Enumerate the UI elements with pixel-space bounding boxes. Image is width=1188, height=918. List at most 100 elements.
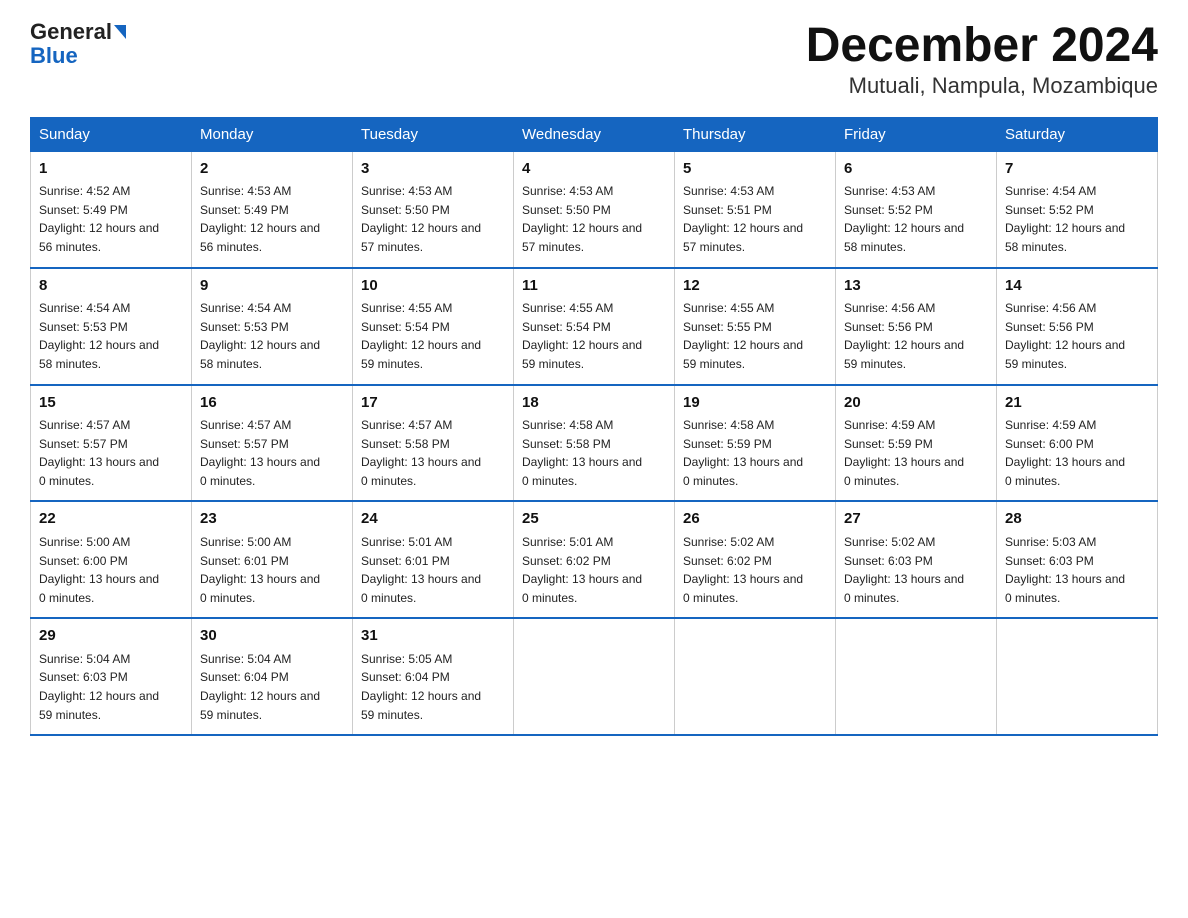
- calendar-cell: 24 Sunrise: 5:01 AM Sunset: 6:01 PM Dayl…: [353, 501, 514, 618]
- day-number: 21: [1005, 392, 1149, 415]
- calendar-cell: 13 Sunrise: 4:56 AM Sunset: 5:56 PM Dayl…: [836, 268, 997, 385]
- col-header-friday: Friday: [836, 117, 997, 151]
- page-header: General Blue December 2024 Mutuali, Namp…: [30, 20, 1158, 99]
- day-info: Sunrise: 4:54 AM Sunset: 5:52 PM Dayligh…: [1005, 182, 1149, 256]
- day-info: Sunrise: 5:05 AM Sunset: 6:04 PM Dayligh…: [361, 650, 505, 724]
- day-info: Sunrise: 4:59 AM Sunset: 5:59 PM Dayligh…: [844, 416, 988, 490]
- calendar-cell: 7 Sunrise: 4:54 AM Sunset: 5:52 PM Dayli…: [997, 151, 1158, 267]
- day-info: Sunrise: 4:59 AM Sunset: 6:00 PM Dayligh…: [1005, 416, 1149, 490]
- col-header-monday: Monday: [192, 117, 353, 151]
- calendar-header-row: SundayMondayTuesdayWednesdayThursdayFrid…: [31, 117, 1158, 151]
- calendar-subtitle: Mutuali, Nampula, Mozambique: [806, 73, 1158, 99]
- calendar-cell: 27 Sunrise: 5:02 AM Sunset: 6:03 PM Dayl…: [836, 501, 997, 618]
- calendar-cell: 19 Sunrise: 4:58 AM Sunset: 5:59 PM Dayl…: [675, 385, 836, 502]
- day-info: Sunrise: 5:02 AM Sunset: 6:03 PM Dayligh…: [844, 533, 988, 607]
- calendar-cell: 31 Sunrise: 5:05 AM Sunset: 6:04 PM Dayl…: [353, 618, 514, 735]
- calendar-cell: 9 Sunrise: 4:54 AM Sunset: 5:53 PM Dayli…: [192, 268, 353, 385]
- day-number: 19: [683, 392, 827, 415]
- day-number: 25: [522, 508, 666, 531]
- week-row-4: 22 Sunrise: 5:00 AM Sunset: 6:00 PM Dayl…: [31, 501, 1158, 618]
- calendar-cell: 17 Sunrise: 4:57 AM Sunset: 5:58 PM Dayl…: [353, 385, 514, 502]
- day-info: Sunrise: 5:02 AM Sunset: 6:02 PM Dayligh…: [683, 533, 827, 607]
- day-number: 16: [200, 392, 344, 415]
- calendar-title: December 2024: [806, 20, 1158, 73]
- day-number: 5: [683, 158, 827, 181]
- day-number: 29: [39, 625, 183, 648]
- calendar-cell: [514, 618, 675, 735]
- day-number: 10: [361, 275, 505, 298]
- calendar-cell: 26 Sunrise: 5:02 AM Sunset: 6:02 PM Dayl…: [675, 501, 836, 618]
- day-info: Sunrise: 4:58 AM Sunset: 5:58 PM Dayligh…: [522, 416, 666, 490]
- day-number: 27: [844, 508, 988, 531]
- logo-general: General: [30, 20, 112, 44]
- day-number: 15: [39, 392, 183, 415]
- day-info: Sunrise: 4:56 AM Sunset: 5:56 PM Dayligh…: [1005, 299, 1149, 373]
- day-info: Sunrise: 4:53 AM Sunset: 5:50 PM Dayligh…: [522, 182, 666, 256]
- day-number: 8: [39, 275, 183, 298]
- day-number: 13: [844, 275, 988, 298]
- day-info: Sunrise: 5:03 AM Sunset: 6:03 PM Dayligh…: [1005, 533, 1149, 607]
- calendar-cell: 3 Sunrise: 4:53 AM Sunset: 5:50 PM Dayli…: [353, 151, 514, 267]
- calendar-cell: 16 Sunrise: 4:57 AM Sunset: 5:57 PM Dayl…: [192, 385, 353, 502]
- calendar-cell: [836, 618, 997, 735]
- day-number: 28: [1005, 508, 1149, 531]
- col-header-thursday: Thursday: [675, 117, 836, 151]
- logo-arrow-icon: [114, 25, 126, 39]
- day-info: Sunrise: 4:55 AM Sunset: 5:54 PM Dayligh…: [361, 299, 505, 373]
- day-number: 2: [200, 158, 344, 181]
- day-info: Sunrise: 5:01 AM Sunset: 6:02 PM Dayligh…: [522, 533, 666, 607]
- day-number: 23: [200, 508, 344, 531]
- calendar-cell: 1 Sunrise: 4:52 AM Sunset: 5:49 PM Dayli…: [31, 151, 192, 267]
- day-number: 12: [683, 275, 827, 298]
- day-number: 6: [844, 158, 988, 181]
- calendar-cell: [675, 618, 836, 735]
- calendar-cell: 14 Sunrise: 4:56 AM Sunset: 5:56 PM Dayl…: [997, 268, 1158, 385]
- calendar-cell: 25 Sunrise: 5:01 AM Sunset: 6:02 PM Dayl…: [514, 501, 675, 618]
- calendar-cell: 21 Sunrise: 4:59 AM Sunset: 6:00 PM Dayl…: [997, 385, 1158, 502]
- day-info: Sunrise: 4:54 AM Sunset: 5:53 PM Dayligh…: [39, 299, 183, 373]
- day-info: Sunrise: 4:57 AM Sunset: 5:58 PM Dayligh…: [361, 416, 505, 490]
- week-row-1: 1 Sunrise: 4:52 AM Sunset: 5:49 PM Dayli…: [31, 151, 1158, 267]
- day-number: 9: [200, 275, 344, 298]
- day-info: Sunrise: 4:53 AM Sunset: 5:52 PM Dayligh…: [844, 182, 988, 256]
- logo: General Blue: [30, 20, 126, 68]
- day-info: Sunrise: 5:00 AM Sunset: 6:00 PM Dayligh…: [39, 533, 183, 607]
- day-info: Sunrise: 5:01 AM Sunset: 6:01 PM Dayligh…: [361, 533, 505, 607]
- day-info: Sunrise: 5:04 AM Sunset: 6:03 PM Dayligh…: [39, 650, 183, 724]
- calendar-cell: 28 Sunrise: 5:03 AM Sunset: 6:03 PM Dayl…: [997, 501, 1158, 618]
- calendar-cell: 30 Sunrise: 5:04 AM Sunset: 6:04 PM Dayl…: [192, 618, 353, 735]
- calendar-cell: 29 Sunrise: 5:04 AM Sunset: 6:03 PM Dayl…: [31, 618, 192, 735]
- calendar-cell: 12 Sunrise: 4:55 AM Sunset: 5:55 PM Dayl…: [675, 268, 836, 385]
- day-info: Sunrise: 4:53 AM Sunset: 5:51 PM Dayligh…: [683, 182, 827, 256]
- col-header-saturday: Saturday: [997, 117, 1158, 151]
- day-number: 22: [39, 508, 183, 531]
- day-number: 1: [39, 158, 183, 181]
- calendar-cell: 8 Sunrise: 4:54 AM Sunset: 5:53 PM Dayli…: [31, 268, 192, 385]
- calendar-cell: 20 Sunrise: 4:59 AM Sunset: 5:59 PM Dayl…: [836, 385, 997, 502]
- calendar-cell: 6 Sunrise: 4:53 AM Sunset: 5:52 PM Dayli…: [836, 151, 997, 267]
- day-info: Sunrise: 5:04 AM Sunset: 6:04 PM Dayligh…: [200, 650, 344, 724]
- calendar-cell: 23 Sunrise: 5:00 AM Sunset: 6:01 PM Dayl…: [192, 501, 353, 618]
- day-info: Sunrise: 4:55 AM Sunset: 5:54 PM Dayligh…: [522, 299, 666, 373]
- title-block: December 2024 Mutuali, Nampula, Mozambiq…: [806, 20, 1158, 99]
- day-number: 14: [1005, 275, 1149, 298]
- day-number: 17: [361, 392, 505, 415]
- day-info: Sunrise: 4:54 AM Sunset: 5:53 PM Dayligh…: [200, 299, 344, 373]
- day-info: Sunrise: 4:52 AM Sunset: 5:49 PM Dayligh…: [39, 182, 183, 256]
- day-info: Sunrise: 4:53 AM Sunset: 5:49 PM Dayligh…: [200, 182, 344, 256]
- day-info: Sunrise: 4:55 AM Sunset: 5:55 PM Dayligh…: [683, 299, 827, 373]
- day-number: 3: [361, 158, 505, 181]
- calendar-cell: 10 Sunrise: 4:55 AM Sunset: 5:54 PM Dayl…: [353, 268, 514, 385]
- calendar-cell: 22 Sunrise: 5:00 AM Sunset: 6:00 PM Dayl…: [31, 501, 192, 618]
- calendar-cell: 4 Sunrise: 4:53 AM Sunset: 5:50 PM Dayli…: [514, 151, 675, 267]
- day-info: Sunrise: 4:58 AM Sunset: 5:59 PM Dayligh…: [683, 416, 827, 490]
- day-number: 4: [522, 158, 666, 181]
- day-number: 24: [361, 508, 505, 531]
- calendar-cell: 5 Sunrise: 4:53 AM Sunset: 5:51 PM Dayli…: [675, 151, 836, 267]
- calendar-cell: 18 Sunrise: 4:58 AM Sunset: 5:58 PM Dayl…: [514, 385, 675, 502]
- day-number: 11: [522, 275, 666, 298]
- calendar-cell: 15 Sunrise: 4:57 AM Sunset: 5:57 PM Dayl…: [31, 385, 192, 502]
- logo-blue: Blue: [30, 44, 78, 68]
- week-row-3: 15 Sunrise: 4:57 AM Sunset: 5:57 PM Dayl…: [31, 385, 1158, 502]
- day-info: Sunrise: 4:56 AM Sunset: 5:56 PM Dayligh…: [844, 299, 988, 373]
